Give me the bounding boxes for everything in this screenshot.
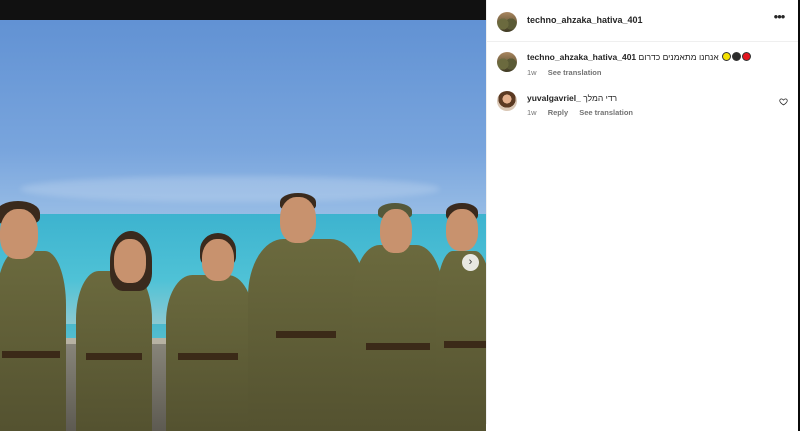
caption-line: techno_ahzaka_hativa_401 אנחנו מתאמנים כ…: [527, 52, 752, 62]
author-avatar[interactable]: [497, 12, 517, 32]
caption-age: 1w: [527, 68, 537, 77]
photo-top-border: [0, 0, 486, 20]
comment-text: רדי המלך: [583, 93, 618, 103]
heart-outline-icon[interactable]: [779, 97, 788, 106]
commenter-avatar[interactable]: [497, 91, 517, 111]
comment-item: yuvalgavriel_ רדי המלך 1w Reply See tran…: [487, 89, 798, 121]
comment-meta: 1w Reply See translation: [527, 108, 642, 117]
photo-person: [72, 231, 154, 431]
black-circle-emoji: [732, 52, 742, 61]
more-options-button[interactable]: •••: [770, 9, 788, 28]
post-header: techno_ahzaka_hativa_401 •••: [487, 0, 798, 42]
photo-person: [352, 203, 444, 431]
photo-person: [436, 203, 486, 431]
caption-meta: 1w See translation: [527, 68, 610, 77]
post-side-panel: techno_ahzaka_hativa_401 ••• techno_ahza…: [486, 0, 798, 431]
comment-reply-button[interactable]: Reply: [548, 108, 568, 117]
post-photo: ›: [0, 0, 486, 431]
post-modal: › techno_ahzaka_hativa_401 ••• techno_ah…: [0, 0, 798, 431]
panel-bottom-edge: [486, 424, 798, 431]
post-caption: techno_ahzaka_hativa_401 אנחנו מתאמנים כ…: [487, 50, 798, 82]
caption-avatar[interactable]: [497, 52, 517, 72]
caption-username[interactable]: techno_ahzaka_hativa_401: [527, 52, 636, 62]
red-circle-emoji: [742, 52, 752, 61]
comment-line: yuvalgavriel_ רדי המלך: [527, 93, 617, 103]
more-horizontal-icon: •••: [773, 9, 786, 24]
next-photo-button[interactable]: ›: [462, 254, 479, 271]
photo-cloud: [20, 176, 440, 202]
yellow-circle-emoji: [722, 52, 732, 61]
photo-person: [160, 233, 256, 431]
comment-see-translation[interactable]: See translation: [579, 108, 633, 117]
photo-person: [0, 201, 66, 431]
comment-age: 1w: [527, 108, 537, 117]
comment-username[interactable]: yuvalgavriel_: [527, 93, 581, 103]
author-username[interactable]: techno_ahzaka_hativa_401: [527, 15, 643, 25]
chevron-right-icon: ›: [468, 256, 473, 268]
caption-text: אנחנו מתאמנים כדרום: [638, 52, 719, 62]
caption-see-translation[interactable]: See translation: [548, 68, 602, 77]
